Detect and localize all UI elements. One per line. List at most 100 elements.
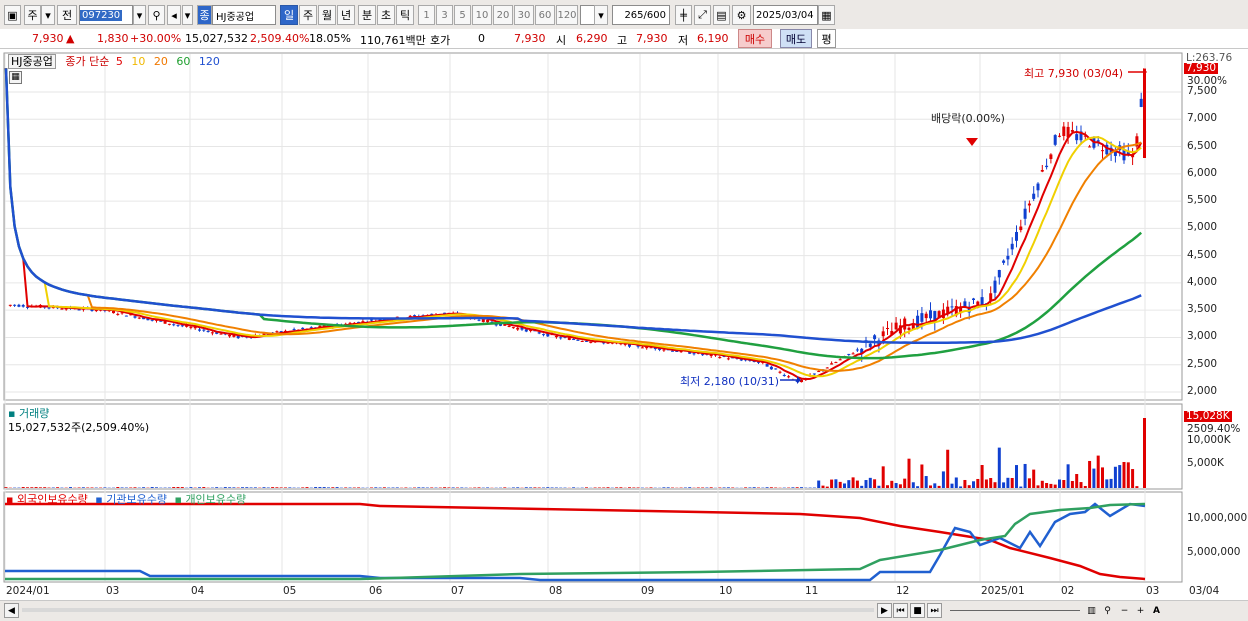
candle-body: [219, 333, 223, 335]
volume-bar: [69, 487, 72, 488]
prev-button[interactable]: 전: [57, 5, 77, 25]
volume-bar: [1006, 477, 1010, 488]
interval-30-button[interactable]: 30: [514, 5, 534, 25]
period-minute-button[interactable]: 분: [358, 5, 376, 25]
period-unit-dropdown-icon[interactable]: ▾: [41, 5, 55, 25]
interval-60-button[interactable]: 60: [535, 5, 555, 25]
zoom-search-icon[interactable]: ⚲: [1100, 603, 1115, 618]
volume-bar: [1088, 460, 1092, 488]
period-month-button[interactable]: 월: [318, 5, 336, 25]
settings-gear-icon[interactable]: ⚙: [732, 5, 751, 25]
stock-chart[interactable]: [0, 49, 1248, 601]
interval-3-button[interactable]: 3: [436, 5, 453, 25]
stock-code-input[interactable]: 097230: [79, 5, 133, 25]
stock-name-field[interactable]: HJ중공업: [212, 5, 276, 25]
average-button[interactable]: 평: [817, 29, 836, 48]
volume-bar: [834, 479, 838, 488]
stop-icon[interactable]: ■: [910, 603, 925, 618]
foreign-holdings-legend[interactable]: ▪ 외국인보유수량: [6, 493, 88, 506]
volume-bar: [301, 487, 305, 488]
sell-button[interactable]: 매도: [780, 29, 812, 48]
candle-body: [812, 373, 816, 375]
horizontal-scrollbar[interactable]: [22, 608, 874, 612]
volume-bar: [997, 447, 1001, 488]
interval-10-button[interactable]: 10: [472, 5, 492, 25]
data-count-field[interactable]: 265/600: [612, 5, 670, 25]
stock-name-legend[interactable]: HJ중공업: [8, 54, 56, 69]
candle-body: [17, 304, 21, 307]
candle-body: [1002, 260, 1006, 263]
ma120-legend[interactable]: 120: [199, 55, 220, 68]
quote-bar: 7,930 ▲ 1,830 +30.00% 15,027,532 2,509.4…: [0, 29, 1248, 49]
ma-legend-label[interactable]: 종가 단순: [65, 55, 109, 68]
candle-body: [847, 353, 851, 355]
period-year-button[interactable]: 년: [337, 5, 355, 25]
interval-dropdown-icon[interactable]: ▾: [594, 5, 608, 25]
period-week-button[interactable]: 주: [299, 5, 317, 25]
interval-20-button[interactable]: 20: [493, 5, 513, 25]
price-tick-label: 3,000: [1187, 330, 1218, 343]
table-view-icon[interactable]: ▦: [9, 71, 22, 84]
volume-bar: [331, 487, 335, 488]
volume-bar: [421, 487, 425, 488]
ma60-legend[interactable]: 60: [176, 55, 190, 68]
volume-bar: [619, 487, 623, 488]
scroll-left-icon[interactable]: ◀: [4, 603, 19, 618]
window-menu-icon[interactable]: ▣: [4, 5, 21, 25]
volume-bar: [253, 487, 257, 488]
volume-bar: [546, 487, 550, 488]
volume-bar: [81, 487, 85, 488]
candle-body: [507, 325, 511, 327]
buy-button[interactable]: 매수: [738, 29, 772, 48]
bar-chart-icon[interactable]: ▥: [1084, 603, 1099, 618]
zoom-in-icon[interactable]: +: [1133, 603, 1148, 618]
candle-body: [894, 322, 898, 330]
calendar-icon[interactable]: ▦: [818, 5, 835, 25]
period-tick-button[interactable]: 틱: [396, 5, 414, 25]
candle-body: [554, 335, 558, 338]
volume-bar: [572, 487, 576, 488]
interval-1-button[interactable]: 1: [418, 5, 435, 25]
individual-holdings-legend[interactable]: ▪ 개인보유수량: [174, 493, 246, 506]
volume-bar: [1083, 485, 1087, 488]
institution-holdings-legend[interactable]: ▪ 기관보유수량: [95, 493, 167, 506]
candle-body: [950, 306, 954, 308]
volume-bar: [1015, 465, 1018, 488]
chart-toolbar: ▣ 주 ▾ 전 097230 ▾ ⚲ ◂ ▾ 종 HJ중공업 일 주 월 년 분…: [0, 0, 1248, 30]
save-icon[interactable]: ▤: [713, 5, 730, 25]
speaker-dropdown-icon[interactable]: ▾: [182, 5, 193, 25]
period-unit-button[interactable]: 주: [24, 5, 41, 25]
ma5-legend[interactable]: 5: [116, 55, 123, 68]
volume-bar: [585, 487, 588, 488]
candle-body: [787, 376, 791, 378]
period-second-button[interactable]: 초: [377, 5, 395, 25]
volume-bar: [980, 465, 984, 488]
candle-body: [1015, 231, 1018, 241]
volume-bar: [1101, 467, 1104, 488]
date-input[interactable]: 2025/03/04: [753, 5, 818, 25]
volume-bar: [172, 487, 176, 488]
speaker-icon[interactable]: ◂: [167, 5, 181, 25]
volume-bar: [357, 487, 361, 488]
volume-bar: [825, 486, 829, 488]
volume-bar: [116, 487, 120, 488]
zoom-out-icon[interactable]: −: [1117, 603, 1132, 618]
scroll-right-icon[interactable]: ▶: [877, 603, 892, 618]
interval-120-button[interactable]: 120: [556, 5, 578, 25]
candle-icon[interactable]: ╪: [675, 5, 692, 25]
foreign-holdings-label: 외국인보유수량: [16, 493, 88, 506]
draw-tool-icon[interactable]: ⤢: [694, 5, 711, 25]
volume-bar: [662, 487, 666, 488]
fast-forward-icon[interactable]: ⏭: [927, 603, 942, 618]
rewind-icon[interactable]: ⏮: [893, 603, 908, 618]
ma20-legend[interactable]: 20: [154, 55, 168, 68]
auto-scale-icon[interactable]: A: [1149, 603, 1164, 618]
volume-bar: [1131, 469, 1135, 488]
zoom-slider[interactable]: [950, 610, 1080, 611]
candle-body: [726, 358, 730, 360]
interval-5-button[interactable]: 5: [454, 5, 471, 25]
search-icon[interactable]: ⚲: [148, 5, 165, 25]
ma10-legend[interactable]: 10: [131, 55, 145, 68]
code-dropdown-icon[interactable]: ▾: [133, 5, 146, 25]
period-day-button[interactable]: 일: [280, 5, 298, 25]
